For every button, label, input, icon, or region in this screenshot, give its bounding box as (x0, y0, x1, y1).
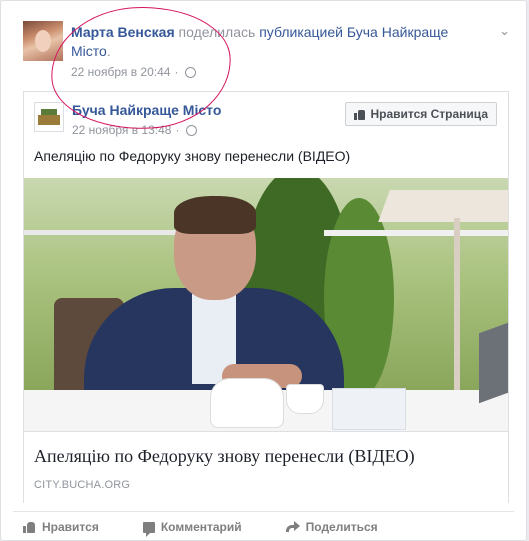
shared-post-timestamp[interactable]: 22 ноября в 13:48 (72, 123, 171, 137)
photo-umbrella-pole (454, 218, 460, 418)
link-preview-domain: CITY.BUCHA.ORG (34, 479, 131, 491)
page-avatar-building (38, 115, 60, 125)
post-meta: 22 ноября в 20:44 · (71, 65, 197, 79)
like-icon (23, 521, 36, 533)
author-name[interactable]: Марта Венская (71, 24, 175, 40)
link-preview-image[interactable] (24, 178, 508, 431)
share-icon (285, 521, 300, 533)
shared-post-meta: 22 ноября в 13:48 · (72, 123, 198, 137)
share-action-text: поделилась (178, 24, 256, 40)
meta-separator: · (174, 65, 179, 79)
like-label: Нравится (42, 520, 99, 534)
photo-umbrella (378, 190, 508, 222)
header-period: . (106, 43, 111, 59)
photo-teapot (210, 378, 284, 428)
photo-napkin-holder (332, 388, 406, 430)
post-actions-bar: Нравится Комментарий Поделиться (13, 511, 514, 540)
post-timestamp[interactable]: 22 ноября в 20:44 (71, 65, 170, 79)
link-preview-title[interactable]: Апеляцію по Федоруку знову перенесли (ВІ… (34, 446, 415, 467)
post-header: Марта Венская поделилась публикацией Буч… (71, 23, 471, 61)
thumbs-up-icon (354, 109, 366, 120)
shared-post: Буча Найкраще Місто 22 ноября в 13:48 · … (23, 91, 509, 503)
shared-post-text: Апеляцію по Федоруку знову перенесли (ВІ… (34, 148, 351, 164)
avatar-face (35, 30, 51, 52)
globe-icon[interactable] (185, 66, 197, 78)
author-avatar[interactable] (23, 21, 63, 61)
comment-icon (142, 521, 155, 537)
share-button[interactable]: Поделиться (276, 520, 378, 534)
comment-label: Комментарий (160, 520, 242, 534)
photo-cup (286, 384, 324, 414)
chevron-down-icon[interactable]: ⌄ (499, 23, 510, 39)
page-avatar[interactable] (34, 102, 64, 132)
like-button[interactable]: Нравится (13, 520, 99, 534)
share-label: Поделиться (305, 520, 378, 534)
photo-railing-right (324, 230, 508, 236)
feed-post: Марта Венская поделилась публикацией Буч… (0, 0, 527, 541)
photo-laptop (479, 322, 508, 404)
shared-page-name[interactable]: Буча Найкраще Місто (72, 102, 221, 118)
like-page-button[interactable]: Нравится Страница (345, 102, 497, 126)
link-preview[interactable]: Апеляцію по Федоруку знову перенесли (ВІ… (24, 431, 508, 503)
comment-button[interactable]: Комментарий (133, 520, 242, 537)
photo-man-hair (174, 196, 256, 234)
like-page-label: Нравится Страница (370, 107, 488, 121)
shared-meta-separator: · (175, 123, 180, 137)
shared-globe-icon[interactable] (186, 124, 198, 136)
